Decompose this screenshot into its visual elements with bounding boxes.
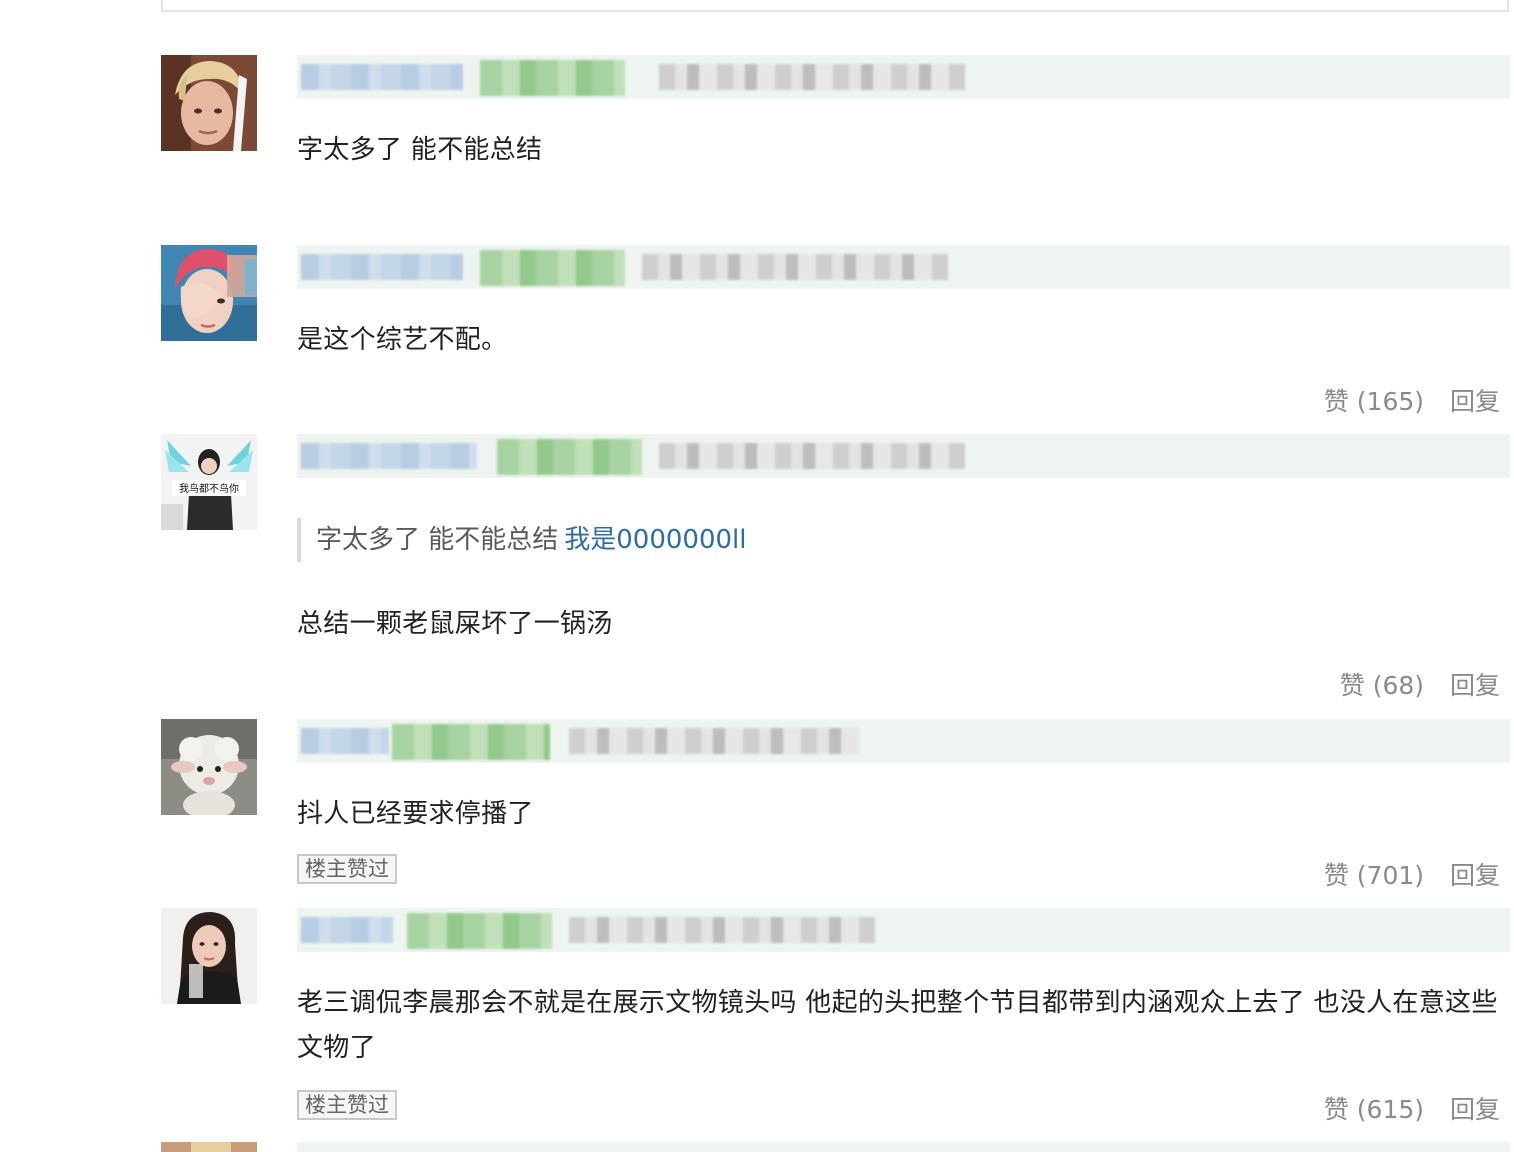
user-avatar[interactable]: 我鸟都不鸟你 <box>161 434 257 530</box>
user-badge-blurred <box>392 724 550 760</box>
username-blurred[interactable] <box>301 443 477 469</box>
comment-actions: 赞 (165) 回复 <box>1306 382 1500 418</box>
reply-button[interactable]: 回复 <box>1450 671 1500 700</box>
user-info-blurred <box>569 917 875 943</box>
op-liked-badge: 楼主赞过 <box>297 854 397 884</box>
user-info-blurred <box>569 728 859 754</box>
user-info-blurred <box>659 443 965 469</box>
like-button[interactable]: 赞 (68) <box>1340 671 1424 700</box>
avatar-red-hair-icon <box>161 245 257 341</box>
like-button[interactable]: 赞 (701) <box>1324 861 1424 890</box>
username-blurred[interactable] <box>301 728 389 754</box>
user-meta-bar <box>297 245 1510 289</box>
user-badge-blurred <box>407 913 552 949</box>
user-avatar[interactable] <box>161 719 257 815</box>
comment-text: 老三调侃李晨那会不就是在展示文物镜头吗 他起的头把整个节目都带到内涵观众上去了 … <box>297 988 1498 1063</box>
reply-button[interactable]: 回复 <box>1450 1095 1500 1124</box>
user-badge-blurred <box>497 439 642 475</box>
user-info-blurred <box>659 64 965 90</box>
comment-text: 是这个综艺不配。 <box>297 325 508 355</box>
comment-actions: 赞 (615) 回复 <box>1306 1090 1500 1126</box>
comment-text: 总结一颗老鼠屎坏了一锅汤 <box>297 609 613 639</box>
quote-author-link[interactable]: 我是0000000ll <box>564 525 746 555</box>
user-avatar[interactable] <box>161 55 257 151</box>
avatar-caption: 我鸟都不鸟你 <box>179 482 239 495</box>
username-blurred[interactable] <box>301 64 463 90</box>
user-avatar[interactable] <box>161 245 257 341</box>
username-blurred[interactable] <box>301 254 463 280</box>
comment-actions: 赞 (68) 回复 <box>1322 666 1500 702</box>
reply-button[interactable]: 回复 <box>1450 387 1500 416</box>
user-badge-blurred <box>480 250 625 286</box>
user-info-blurred <box>642 254 948 280</box>
user-badge-blurred <box>480 60 625 96</box>
user-meta-bar <box>297 1142 1510 1152</box>
user-meta-bar <box>297 55 1510 99</box>
comment-actions: 赞 (701) 回复 <box>1306 856 1500 892</box>
user-avatar[interactable] <box>161 1142 257 1152</box>
user-meta-bar <box>297 434 1510 478</box>
like-button[interactable]: 赞 (165) <box>1324 387 1424 416</box>
username-blurred[interactable] <box>301 917 393 943</box>
avatar-lamb-icon <box>161 719 257 815</box>
reply-button[interactable]: 回复 <box>1450 861 1500 890</box>
avatar-wings-meme-icon: 我鸟都不鸟你 <box>161 434 257 530</box>
op-liked-badge: 楼主赞过 <box>297 1090 397 1120</box>
avatar-woman-icon <box>161 908 257 1004</box>
avatar-partial-icon <box>161 1142 257 1152</box>
comment-text: 抖人已经要求停播了 <box>297 799 534 829</box>
comment-text: 字太多了 能不能总结 <box>297 135 543 165</box>
previous-comment-box <box>161 0 1509 12</box>
like-button[interactable]: 赞 (615) <box>1324 1095 1424 1124</box>
avatar-blond-boy-icon <box>161 55 257 151</box>
user-meta-bar <box>297 908 1510 952</box>
user-avatar[interactable] <box>161 908 257 1004</box>
quoted-comment: 字太多了 能不能总结 我是0000000ll <box>297 518 747 562</box>
quote-text: 字太多了 能不能总结 <box>316 525 559 555</box>
user-meta-bar <box>297 719 1510 763</box>
